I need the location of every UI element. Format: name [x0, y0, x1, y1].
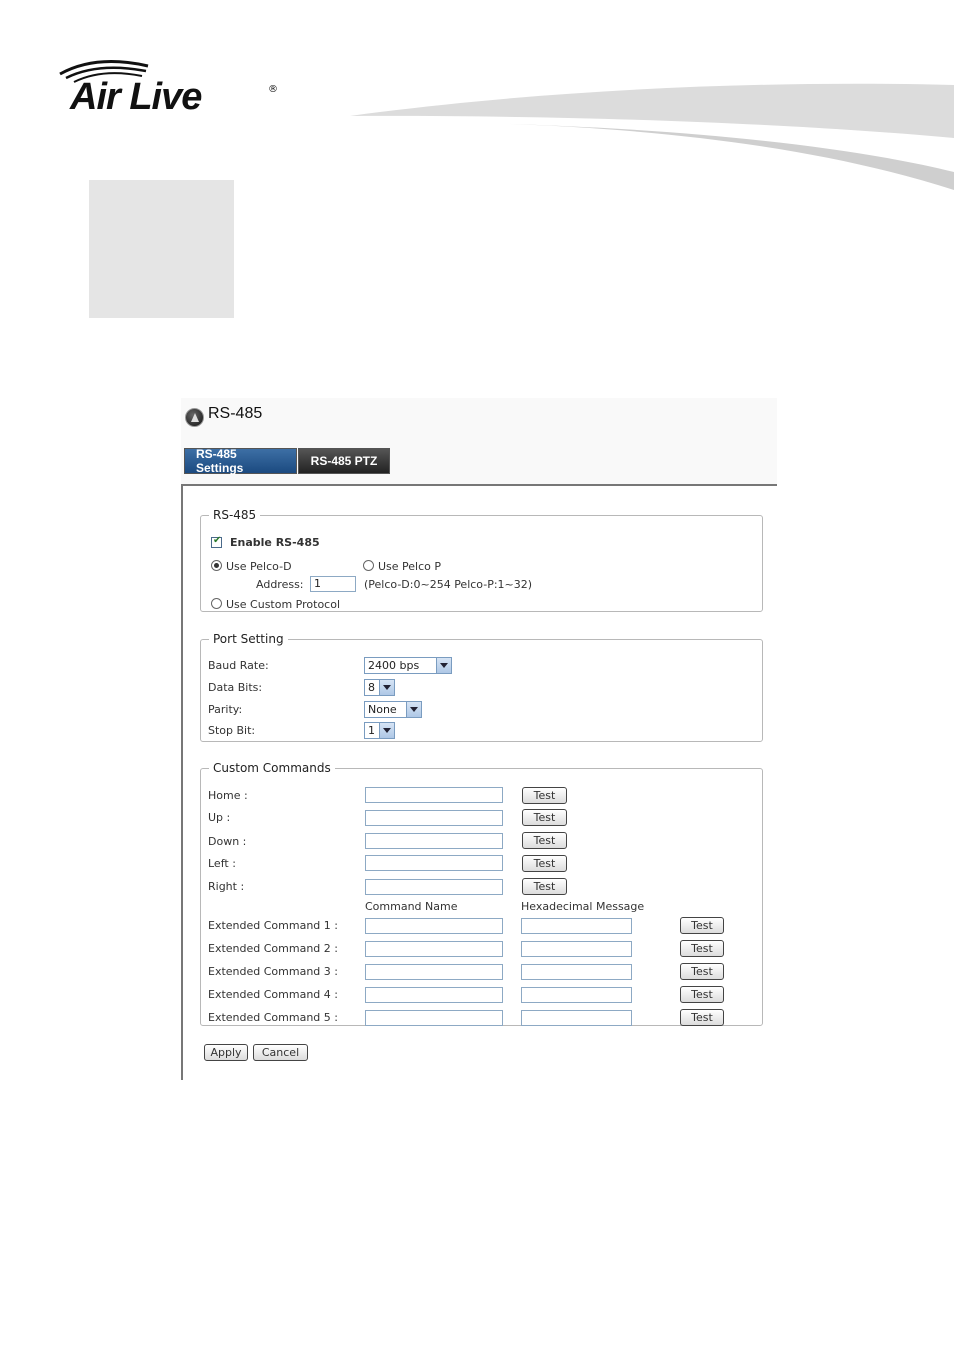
ext-cmd-1-hex-input[interactable] [521, 918, 632, 934]
rs485-group: RS-485 Enable RS-485 Use Pelco-D Use Pel… [200, 508, 763, 612]
rs485-panel: RS-485 RS-485 Settings RS-485 PTZ RS-485… [181, 398, 777, 1080]
custom-protocol-radio[interactable] [211, 598, 222, 609]
data-bits-label: Data Bits: [208, 681, 263, 694]
address-hint: (Pelco-D:0~254 Pelco-P:1~32) [364, 578, 533, 591]
ext-cmd-3-label: Extended Command 3 : [208, 965, 338, 978]
chevron-down-icon [436, 658, 451, 673]
address-input[interactable]: 1 [310, 576, 356, 592]
left-label: Left : [208, 857, 236, 870]
pelco-d-radio[interactable] [211, 560, 222, 571]
down-test-button[interactable]: Test [522, 832, 567, 849]
ext-cmd-5-test-button[interactable]: Test [680, 1009, 724, 1026]
left-test-button[interactable]: Test [522, 855, 567, 872]
custom-protocol-label: Use Custom Protocol [226, 598, 341, 611]
stop-bit-value: 1 [368, 724, 375, 737]
down-label: Down : [208, 835, 247, 848]
ext-cmd-1-name-input[interactable] [365, 918, 503, 934]
airlive-logo: Air Live ® [56, 56, 286, 126]
port-setting-group: Port Setting Baud Rate: 2400 bps Data Bi… [200, 632, 763, 742]
right-input[interactable] [365, 879, 503, 895]
enable-rs485-label: Enable RS-485 [230, 536, 320, 549]
ext-cmd-3-test-button[interactable]: Test [680, 963, 724, 980]
ext-cmd-5-label: Extended Command 5 : [208, 1011, 338, 1024]
home-test-button[interactable]: Test [522, 787, 567, 804]
enable-rs485-checkbox[interactable] [211, 535, 222, 548]
pelco-p-radio[interactable] [363, 560, 374, 571]
baud-rate-value: 2400 bps [368, 659, 420, 672]
cancel-button[interactable]: Cancel [253, 1044, 308, 1061]
hex-message-header: Hexadecimal Message [521, 900, 645, 913]
chevron-down-icon [379, 723, 394, 738]
up-test-button[interactable]: Test [522, 809, 567, 826]
port-setting-legend: Port Setting [213, 632, 284, 646]
camera-logo-icon [185, 408, 204, 427]
rs485-legend: RS-485 [213, 508, 257, 522]
parity-value: None [368, 703, 397, 716]
chevron-down-icon [406, 702, 421, 717]
stop-bit-select[interactable]: 1 [364, 722, 395, 739]
command-name-header: Command Name [365, 900, 458, 913]
baud-rate-select[interactable]: 2400 bps [364, 657, 452, 674]
page-title: RS-485 [208, 405, 263, 422]
apply-button[interactable]: Apply [204, 1044, 248, 1061]
baud-rate-label: Baud Rate: [208, 659, 269, 672]
settings-content: RS-485 Enable RS-485 Use Pelco-D Use Pel… [181, 484, 777, 1080]
address-label: Address: [256, 578, 304, 591]
down-input[interactable] [365, 833, 503, 849]
ext-cmd-1-label: Extended Command 1 : [208, 919, 338, 932]
data-bits-value: 8 [368, 681, 375, 694]
ext-cmd-3-name-input[interactable] [365, 964, 503, 980]
chevron-down-icon [379, 680, 394, 695]
parity-label: Parity: [208, 703, 243, 716]
ext-cmd-4-name-input[interactable] [365, 987, 503, 1003]
right-label: Right : [208, 880, 245, 893]
ext-cmd-5-name-input[interactable] [365, 1010, 503, 1026]
stop-bit-label: Stop Bit: [208, 724, 256, 737]
ext-cmd-3-hex-input[interactable] [521, 964, 632, 980]
tab-rs485-settings[interactable]: RS-485 Settings [184, 447, 297, 475]
home-input[interactable] [365, 787, 503, 803]
pelco-p-label: Use Pelco P [378, 560, 442, 573]
logo-text: Air Live [70, 76, 202, 118]
tab-bar: RS-485 Settings RS-485 PTZ [184, 447, 390, 475]
custom-commands-group: Custom Commands Home : Test Up : Test Do… [200, 761, 763, 1026]
right-test-button[interactable]: Test [522, 878, 567, 895]
ext-cmd-2-label: Extended Command 2 : [208, 942, 338, 955]
ext-cmd-2-hex-input[interactable] [521, 941, 632, 957]
pelco-d-label: Use Pelco-D [226, 560, 292, 573]
parity-select[interactable]: None [364, 701, 422, 718]
registered-mark: ® [268, 84, 278, 95]
ext-cmd-4-test-button[interactable]: Test [680, 986, 724, 1003]
home-label: Home : [208, 789, 248, 802]
data-bits-select[interactable]: 8 [364, 679, 395, 696]
ext-cmd-4-label: Extended Command 4 : [208, 988, 338, 1001]
custom-commands-legend: Custom Commands [213, 761, 331, 775]
up-label: Up : [208, 811, 231, 824]
ext-cmd-4-hex-input[interactable] [521, 987, 632, 1003]
left-input[interactable] [365, 855, 503, 871]
chapter-number-box [89, 180, 234, 318]
ext-cmd-1-test-button[interactable]: Test [680, 917, 724, 934]
up-input[interactable] [365, 810, 503, 826]
ext-cmd-5-hex-input[interactable] [521, 1010, 632, 1026]
tab-rs485-ptz[interactable]: RS-485 PTZ [298, 448, 390, 474]
ext-cmd-2-name-input[interactable] [365, 941, 503, 957]
header-swoosh-graphic [350, 83, 954, 190]
ext-cmd-2-test-button[interactable]: Test [680, 940, 724, 957]
